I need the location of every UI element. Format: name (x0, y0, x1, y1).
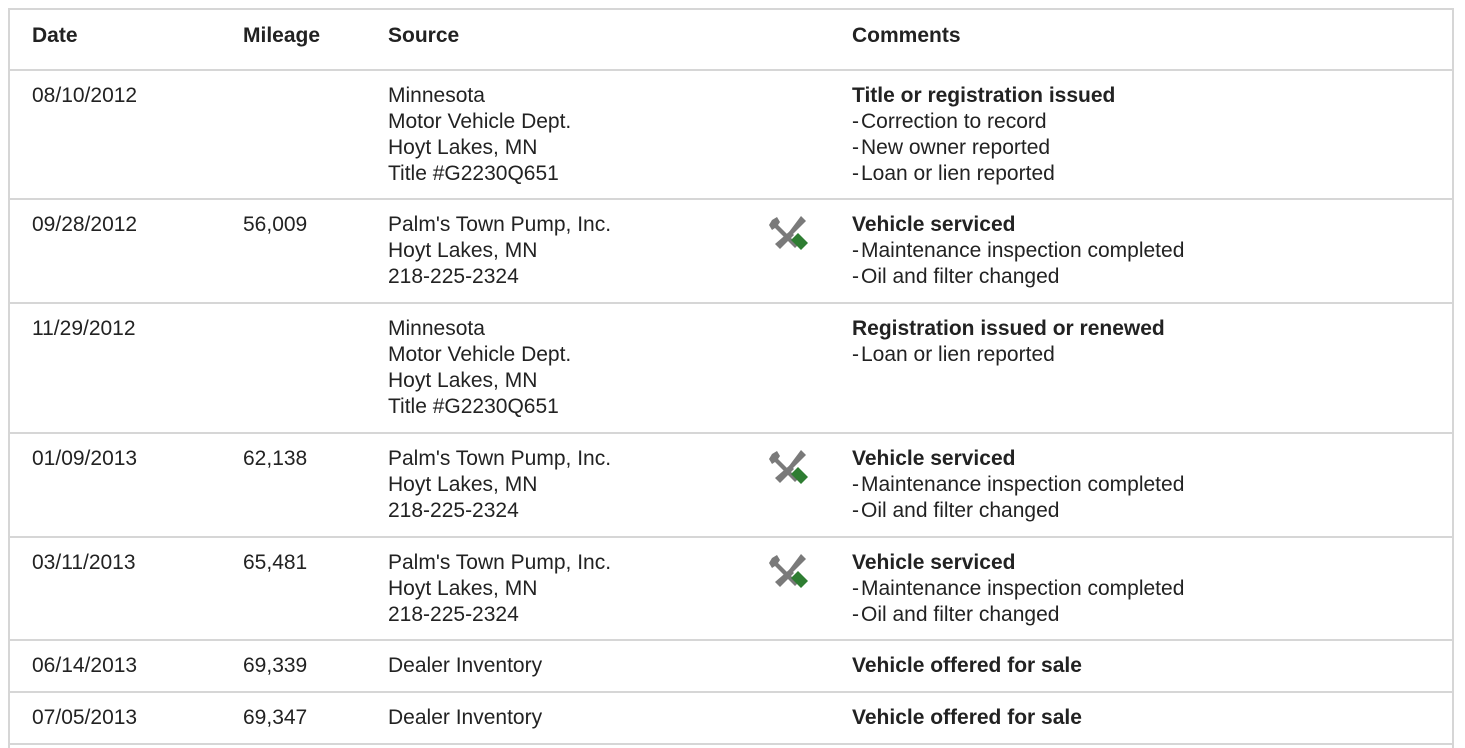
source-line: Palm's Town Pump, Inc. (388, 551, 612, 574)
source-line: Title #G2230Q651 (388, 395, 559, 418)
row-mileage: 69,347 (243, 706, 308, 729)
table-row: 09/28/2012 56,009 Palm's Town Pump, Inc. Ho… (10, 200, 1452, 304)
table-row: 01/09/2013 62,138 Palm's Town Pump, Inc. Ho… (10, 434, 1452, 538)
row-mileage: 62,138 (243, 447, 308, 470)
row-mileage: 65,481 (243, 551, 308, 574)
comment-title: Registration issued or renewed (852, 317, 1165, 340)
comment-item: Maintenance inspection completed (852, 238, 1184, 264)
row-comments: Vehicle servicedMaintenance inspection c… (852, 446, 1184, 524)
comment-title: Vehicle offered for sale (852, 706, 1082, 729)
row-comments: Vehicle offered for sale (852, 653, 1082, 679)
row-mileage: 69,339 (243, 654, 308, 677)
source-line: Motor Vehicle Dept. (388, 343, 572, 366)
vehicle-history-table: Date Mileage Source Comments 08/10/2012 M… (8, 8, 1454, 748)
comment-title: Vehicle serviced (852, 551, 1016, 574)
row-date: 01/09/2013 (32, 447, 138, 470)
comment-item: Correction to record (852, 109, 1115, 135)
comment-title: Vehicle serviced (852, 213, 1016, 236)
row-source: Minnesota Motor Vehicle Dept. Hoyt Lakes, … (388, 83, 571, 187)
wrench-screwdriver-icon (768, 552, 810, 594)
row-source: Dealer Inventory (388, 705, 542, 731)
row-comments: Registration issued or renewedLoan or li… (852, 316, 1165, 368)
source-line: Hoyt Lakes, MN (388, 369, 538, 392)
row-date: 11/29/2012 (32, 317, 136, 340)
source-line: Minnesota (388, 317, 485, 340)
comment-item: Loan or lien reported (852, 342, 1165, 368)
source-line: Hoyt Lakes, MN (388, 239, 538, 262)
comment-item: Maintenance inspection completed (852, 576, 1184, 602)
wrench-screwdriver-icon (768, 448, 810, 490)
source-line: Minnesota (388, 84, 485, 107)
table-row: 06/14/2013 69,339 Dealer Inventory Vehicle … (10, 641, 1452, 693)
source-line: 218-225-2324 (388, 603, 519, 626)
row-date: 09/28/2012 (32, 213, 138, 236)
comment-item: Oil and filter changed (852, 602, 1184, 628)
table-row: 03/11/2013 65,481 Palm's Town Pump, Inc. Ho… (10, 538, 1452, 641)
source-line: Title #G2230Q651 (388, 162, 559, 185)
source-line: 218-225-2324 (388, 499, 519, 522)
table-body: 08/10/2012 Minnesota Motor Vehicle Dept. Ho… (10, 71, 1452, 745)
source-line: Motor Vehicle Dept. (388, 110, 572, 133)
row-comments: Vehicle servicedMaintenance inspection c… (852, 212, 1184, 290)
table-row: 07/05/2013 69,347 Dealer Inventory Vehicle … (10, 693, 1452, 745)
row-mileage: 56,009 (243, 213, 308, 236)
comment-item: Oil and filter changed (852, 498, 1184, 524)
comment-item: Loan or lien reported (852, 161, 1115, 187)
source-line: Palm's Town Pump, Inc. (388, 447, 612, 470)
table-row: 08/10/2012 Minnesota Motor Vehicle Dept. Ho… (10, 71, 1452, 200)
row-comments: Title or registration issuedCorrection t… (852, 83, 1115, 187)
header-comments: Comments (852, 24, 961, 47)
row-date: 06/14/2013 (32, 654, 138, 677)
comment-title: Vehicle serviced (852, 447, 1016, 470)
row-source: Palm's Town Pump, Inc. Hoyt Lakes, MN 218-… (388, 550, 611, 628)
row-comments: Vehicle offered for sale (852, 705, 1082, 731)
row-source: Palm's Town Pump, Inc. Hoyt Lakes, MN 218-… (388, 446, 611, 524)
header-date: Date (32, 24, 78, 47)
source-line: 218-225-2324 (388, 265, 519, 288)
row-comments: Vehicle servicedMaintenance inspection c… (852, 550, 1184, 628)
wrench-screwdriver-icon (768, 214, 810, 256)
comment-item: New owner reported (852, 135, 1115, 161)
row-source: Minnesota Motor Vehicle Dept. Hoyt Lakes, … (388, 316, 571, 420)
source-line: Palm's Town Pump, Inc. (388, 213, 612, 236)
row-source: Dealer Inventory (388, 653, 542, 679)
comment-title: Vehicle offered for sale (852, 654, 1082, 677)
comment-title: Title or registration issued (852, 84, 1116, 107)
header-mileage: Mileage (243, 24, 321, 47)
source-line: Hoyt Lakes, MN (388, 136, 538, 159)
row-date: 07/05/2013 (32, 706, 138, 729)
table-header-row: Date Mileage Source Comments (10, 10, 1452, 71)
source-line: Hoyt Lakes, MN (388, 577, 538, 600)
comment-item: Oil and filter changed (852, 264, 1184, 290)
header-source: Source (388, 24, 460, 47)
table-row: 11/29/2012 Minnesota Motor Vehicle Dept. Ho… (10, 304, 1452, 434)
row-date: 08/10/2012 (32, 84, 138, 107)
row-source: Palm's Town Pump, Inc. Hoyt Lakes, MN 218-… (388, 212, 611, 290)
row-date: 03/11/2013 (32, 551, 136, 574)
source-line: Dealer Inventory (388, 706, 543, 729)
comment-item: Maintenance inspection completed (852, 472, 1184, 498)
source-line: Dealer Inventory (388, 654, 543, 677)
source-line: Hoyt Lakes, MN (388, 473, 538, 496)
